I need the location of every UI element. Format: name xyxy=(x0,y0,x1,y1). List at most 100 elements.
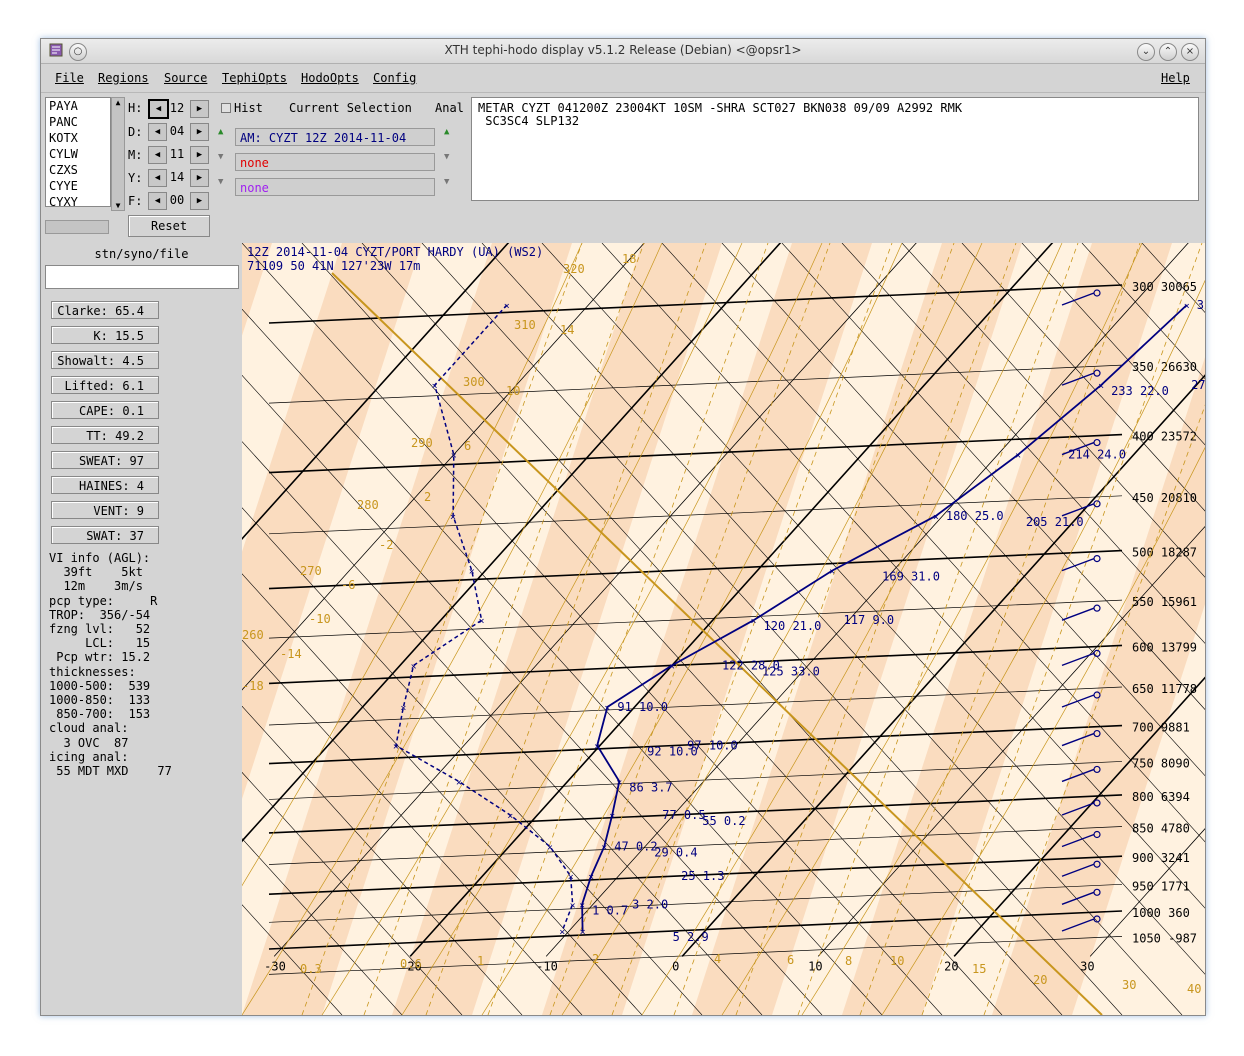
tephigram-svg: 300 30065350 26630400 23572450 20810500 … xyxy=(0,209,1244,1016)
anal-select-icon[interactable]: ▼ xyxy=(444,152,449,162)
wind-label: 324 25.0 xyxy=(1197,298,1205,312)
menu-regions[interactable]: Regions xyxy=(98,71,149,85)
mixing-ratio-label: 6 xyxy=(787,953,794,967)
menu-file[interactable]: File xyxy=(55,71,84,85)
month-increase-button[interactable]: ▶ xyxy=(190,146,209,164)
menu-help[interactable]: Help xyxy=(1161,71,1190,85)
menu-tephiopts[interactable]: TephiOpts xyxy=(222,71,287,85)
close-button[interactable]: × xyxy=(1181,43,1199,61)
anal-select-icon[interactable]: ▼ xyxy=(444,177,449,187)
info-line: TROP: 356/-54 xyxy=(49,607,151,622)
wind-label: 47 0.2 xyxy=(614,839,657,853)
station-list-hscrollbar[interactable] xyxy=(45,220,109,234)
index-lifted[interactable]: Lifted: 6.1 xyxy=(51,376,159,394)
index-k[interactable]: K: 15.5 xyxy=(51,326,159,344)
info-line: icing anal: xyxy=(49,749,129,764)
temperature-point: × xyxy=(604,703,610,714)
month-value: 11 xyxy=(169,147,185,161)
day-label: D: xyxy=(128,125,143,139)
isobar-label: 400 23572 xyxy=(1132,430,1197,444)
row-select-icon[interactable]: ▼ xyxy=(218,152,223,162)
index-tt[interactable]: TT: 49.2 xyxy=(51,426,159,444)
mixing-ratio-label: 20 xyxy=(1033,973,1047,987)
index-vent[interactable]: VENT: 9 xyxy=(51,501,159,519)
wind-barb-station xyxy=(1093,555,1101,563)
wind-barb-station xyxy=(1093,500,1101,508)
temperature-point: × xyxy=(933,512,939,523)
wind-label: 120 21.0 xyxy=(764,619,822,633)
index-sweat[interactable]: SWEAT: 97 xyxy=(51,451,159,469)
menu-config[interactable]: Config xyxy=(373,71,416,85)
maximize-button[interactable]: ⌃ xyxy=(1159,43,1177,61)
wind-label: 29 0.4 xyxy=(654,845,697,859)
index-showalt[interactable]: Showalt: 4.5 xyxy=(51,351,159,369)
mixing-ratio-label: 2 xyxy=(592,952,599,966)
station-input[interactable] xyxy=(45,265,239,289)
tephigram-plot[interactable]: 300 30065 350 26630 400 23572 450 20810 500 … xyxy=(0,209,1244,1016)
row-select-icon[interactable]: ▲ xyxy=(218,127,223,137)
reset-button[interactable]: Reset xyxy=(128,215,210,237)
info-line: pcp type: R xyxy=(49,593,158,608)
mixing-ratio-label: 0.3 xyxy=(300,962,322,976)
metar-text: METAR CYZT 041200Z 23004KT 10SM -SHRA SC… xyxy=(471,97,1199,201)
wind-barb xyxy=(1061,652,1095,667)
list-item[interactable]: CYLW xyxy=(46,146,110,162)
chart-subtitle: 71109 50 41N 127'23W 17m xyxy=(247,259,420,273)
index-haines[interactable]: HAINES: 4 xyxy=(51,476,159,494)
station-list-scrollbar[interactable]: ▲ ▼ xyxy=(111,97,125,211)
list-item[interactable]: CYXY xyxy=(46,194,110,210)
isobar-label: 550 15961 xyxy=(1132,595,1197,609)
list-item[interactable]: PAYA xyxy=(46,98,110,114)
list-item[interactable]: PANC xyxy=(46,114,110,130)
selection-row-3[interactable]: none xyxy=(235,178,435,196)
scroll-down-icon[interactable]: ▼ xyxy=(112,201,124,210)
list-item[interactable]: KOTX xyxy=(46,130,110,146)
current-selection-label: Current Selection xyxy=(289,101,412,115)
window-title: XTH tephi-hodo display v5.1.2 Release (D… xyxy=(444,43,802,57)
forecast-increase-button[interactable]: ▶ xyxy=(190,192,209,210)
forecast-decrease-button[interactable]: ◀ xyxy=(148,192,167,210)
dewpoint-point: × xyxy=(559,927,565,938)
list-item[interactable]: CYYE xyxy=(46,178,110,194)
row-select-icon[interactable]: ▼ xyxy=(218,177,223,187)
hist-checkbox[interactable] xyxy=(221,103,231,113)
isobar-label: 1050 -987 xyxy=(1132,931,1197,945)
index-cape[interactable]: CAPE: 0.1 xyxy=(51,401,159,419)
scroll-up-icon[interactable]: ▲ xyxy=(112,98,124,107)
info-line: 1000-850: 133 xyxy=(49,693,151,707)
app-window: ○ XTH tephi-hodo display v5.1.2 Release … xyxy=(0,38,1244,1016)
isobar-label: 600 13799 xyxy=(1132,640,1197,654)
mixing-ratio-label: 1 xyxy=(477,954,484,968)
year-increase-button[interactable]: ▶ xyxy=(190,169,209,187)
selection-row-2[interactable]: none xyxy=(235,153,435,171)
menu-hodoopts[interactable]: HodoOpts xyxy=(301,71,359,85)
menu-source[interactable]: Source xyxy=(164,71,207,85)
wind-barb-station xyxy=(1093,649,1101,657)
index-swat[interactable]: SWAT: 37 xyxy=(51,526,159,544)
dewpoint-point: × xyxy=(456,777,462,788)
hour-increase-button[interactable]: ▶ xyxy=(190,100,209,118)
year-decrease-button[interactable]: ◀ xyxy=(148,169,167,187)
temperature-point: × xyxy=(579,900,585,911)
anal-select-icon[interactable]: ▲ xyxy=(444,127,449,137)
station-list[interactable]: PAYA PANC KOTX CYLW CZXS CYYE CYXY xyxy=(45,97,111,210)
wind-label: 91 10.0 xyxy=(617,700,668,714)
index-clarke[interactable]: Clarke: 65.4 xyxy=(51,301,159,319)
temperature-point: × xyxy=(829,567,835,578)
dewpoint-point: × xyxy=(450,512,456,523)
day-increase-button[interactable]: ▶ xyxy=(190,123,209,141)
temperature-point: × xyxy=(1098,381,1104,392)
month-decrease-button[interactable]: ◀ xyxy=(148,146,167,164)
selection-row-1[interactable]: AM: CYZT 12Z 2014-11-04 xyxy=(235,128,435,146)
mixing-ratio-label: 0.6 xyxy=(400,957,422,971)
year-value: 14 xyxy=(169,170,185,184)
day-value: 04 xyxy=(169,124,185,138)
list-item[interactable]: CZXS xyxy=(46,162,110,178)
isobar-line xyxy=(268,364,1123,404)
menu-bar: File Regions Source TephiOpts HodoOpts C… xyxy=(41,64,1205,93)
day-decrease-button[interactable]: ◀ xyxy=(148,123,167,141)
wetbulb-label: 6 xyxy=(464,439,471,453)
wind-label: 169 31.0 xyxy=(882,570,940,584)
theta-label: 320 xyxy=(563,262,585,276)
minimize-button[interactable]: ⌄ xyxy=(1137,43,1155,61)
